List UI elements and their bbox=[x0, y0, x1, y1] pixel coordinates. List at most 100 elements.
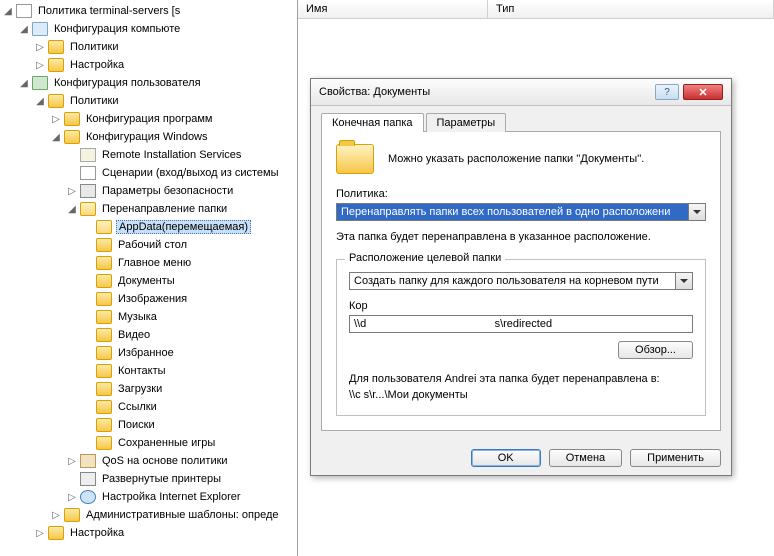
tree-music[interactable]: Музыка bbox=[80, 308, 297, 326]
tree-settings[interactable]: ▷ Настройка bbox=[32, 56, 297, 74]
tree-contacts[interactable]: Контакты bbox=[80, 362, 297, 380]
location-combo-input[interactable] bbox=[349, 272, 676, 290]
computer-icon bbox=[32, 22, 48, 36]
tree-program-config[interactable]: ▷Конфигурация программ bbox=[48, 110, 297, 128]
folder-icon bbox=[96, 400, 112, 414]
tab-target-folder[interactable]: Конечная папка bbox=[321, 113, 424, 132]
tree-root[interactable]: ◢ Политика terminal-servers [s bbox=[0, 2, 297, 20]
tree-savedgames[interactable]: Сохраненные игры bbox=[80, 434, 297, 452]
folder-icon bbox=[64, 508, 80, 522]
tree-video[interactable]: Видео bbox=[80, 326, 297, 344]
tree-label: Изображения bbox=[116, 293, 189, 305]
collapse-icon[interactable]: ◢ bbox=[50, 131, 62, 143]
collapse-icon[interactable]: ◢ bbox=[18, 77, 30, 89]
target-location-group: Расположение целевой папки Кор Обзор... … bbox=[336, 259, 706, 416]
expand-icon[interactable]: ▷ bbox=[34, 41, 46, 53]
hint-text: Можно указать расположение папки ''Докум… bbox=[388, 153, 644, 165]
tree-label: Конфигурация компьюте bbox=[52, 23, 182, 35]
tree-label: Видео bbox=[116, 329, 152, 341]
expand-icon[interactable]: ▷ bbox=[66, 455, 78, 467]
tree-links[interactable]: Ссылки bbox=[80, 398, 297, 416]
close-button[interactable]: ✕ bbox=[683, 84, 723, 100]
tree-panel: ◢ Политика terminal-servers [s ◢ Конфигу… bbox=[0, 0, 298, 556]
redirect-path: \\c s\r...\Мои документы bbox=[349, 389, 693, 401]
expand-icon[interactable]: ▷ bbox=[50, 113, 62, 125]
folder-icon bbox=[96, 418, 112, 432]
folder-icon bbox=[48, 94, 64, 108]
tree-searches[interactable]: Поиски bbox=[80, 416, 297, 434]
tree-label: Административные шаблоны: опреде bbox=[84, 509, 281, 521]
tree-label: Музыка bbox=[116, 311, 159, 323]
folder-icon bbox=[96, 274, 112, 288]
ie-icon bbox=[80, 490, 96, 504]
tree-documents[interactable]: Документы bbox=[80, 272, 297, 290]
tree-admin-templates[interactable]: ▷ Административные шаблоны: опреде bbox=[48, 506, 297, 524]
cancel-button[interactable]: Отмена bbox=[549, 449, 622, 467]
dropdown-icon[interactable] bbox=[689, 203, 706, 221]
tree-printers[interactable]: Развернутые принтеры bbox=[64, 470, 297, 488]
apply-button[interactable]: Применить bbox=[630, 449, 721, 467]
tree-folder-redirect[interactable]: ◢ Перенаправление папки bbox=[64, 200, 297, 218]
tree-label: Remote Installation Services bbox=[100, 149, 243, 161]
list-header: Имя Тип bbox=[298, 0, 774, 19]
collapse-icon[interactable]: ◢ bbox=[18, 23, 30, 35]
tree-windows-config[interactable]: ◢ Конфигурация Windows bbox=[48, 128, 297, 146]
tree-favorites[interactable]: Избранное bbox=[80, 344, 297, 362]
tab-content: Можно указать расположение папки ''Докум… bbox=[321, 131, 721, 431]
dropdown-icon[interactable] bbox=[676, 272, 693, 290]
tree-qos[interactable]: ▷QoS на основе политики bbox=[64, 452, 297, 470]
tree-policies[interactable]: ▷Политики bbox=[32, 38, 297, 56]
expand-icon[interactable]: ▷ bbox=[34, 59, 46, 71]
folder-large-icon bbox=[336, 144, 374, 174]
service-icon bbox=[80, 148, 96, 162]
location-combo[interactable] bbox=[349, 272, 693, 290]
tree-appdata[interactable]: AppData(перемещаемая) bbox=[80, 218, 297, 236]
tree-label: Настройка bbox=[68, 527, 126, 539]
folder-icon bbox=[96, 328, 112, 342]
root-path-input[interactable] bbox=[349, 315, 693, 333]
policy-combo[interactable] bbox=[336, 203, 706, 221]
help-button[interactable]: ? bbox=[655, 84, 679, 100]
expand-icon[interactable]: ▷ bbox=[50, 509, 62, 521]
tree-startmenu[interactable]: Главное меню bbox=[80, 254, 297, 272]
column-name[interactable]: Имя bbox=[298, 0, 488, 18]
tree-user-config[interactable]: ◢ Конфигурация пользователя bbox=[16, 74, 297, 92]
tree-computer-config[interactable]: ◢ Конфигурация компьюте bbox=[16, 20, 297, 38]
tree-security[interactable]: ▷ Параметры безопасности bbox=[64, 182, 297, 200]
tree-desktop[interactable]: Рабочий стол bbox=[80, 236, 297, 254]
tree-ris[interactable]: Remote Installation Services bbox=[64, 146, 297, 164]
expand-icon[interactable]: ▷ bbox=[34, 527, 46, 539]
tree-label: Контакты bbox=[116, 365, 168, 377]
collapse-icon[interactable]: ◢ bbox=[66, 203, 78, 215]
expand-icon[interactable]: ▷ bbox=[66, 491, 78, 503]
dialog-titlebar[interactable]: Свойства: Документы ? ✕ bbox=[311, 79, 731, 106]
collapse-icon[interactable]: ◢ bbox=[34, 95, 46, 107]
redirect-description: Для пользователя Andrei эта папка будет … bbox=[349, 373, 693, 385]
collapse-icon[interactable]: ◢ bbox=[2, 5, 14, 17]
tree-settings[interactable]: ▷ Настройка bbox=[32, 524, 297, 542]
tree-ie-settings[interactable]: ▷Настройка Internet Explorer bbox=[64, 488, 297, 506]
tree-pictures[interactable]: Изображения bbox=[80, 290, 297, 308]
tree-label: Настройка bbox=[68, 59, 126, 71]
tree-label: Конфигурация Windows bbox=[84, 131, 210, 143]
tree-downloads[interactable]: Загрузки bbox=[80, 380, 297, 398]
tree-label: Параметры безопасности bbox=[100, 185, 235, 197]
folder-icon bbox=[64, 112, 80, 126]
qos-icon bbox=[80, 454, 96, 468]
tree-scripts[interactable]: Сценарии (вход/выход из системы bbox=[64, 164, 297, 182]
tree-label: Сценарии (вход/выход из системы bbox=[100, 167, 281, 179]
tab-parameters[interactable]: Параметры bbox=[426, 113, 507, 132]
folder-open-icon bbox=[96, 220, 112, 234]
dialog-footer: OK Отмена Применить bbox=[311, 441, 731, 475]
tree-label: Сохраненные игры bbox=[116, 437, 217, 449]
ok-button[interactable]: OK bbox=[471, 449, 541, 467]
column-type[interactable]: Тип bbox=[488, 0, 774, 18]
tree-label: AppData(перемещаемая) bbox=[116, 220, 251, 234]
folder-icon bbox=[96, 310, 112, 324]
browse-button[interactable]: Обзор... bbox=[618, 341, 693, 359]
expand-icon[interactable]: ▷ bbox=[66, 185, 78, 197]
folder-open-icon bbox=[80, 202, 96, 216]
tree-policies[interactable]: ◢Политики bbox=[32, 92, 297, 110]
tree-label: Перенаправление папки bbox=[100, 203, 229, 215]
policy-combo-input[interactable] bbox=[336, 203, 689, 221]
